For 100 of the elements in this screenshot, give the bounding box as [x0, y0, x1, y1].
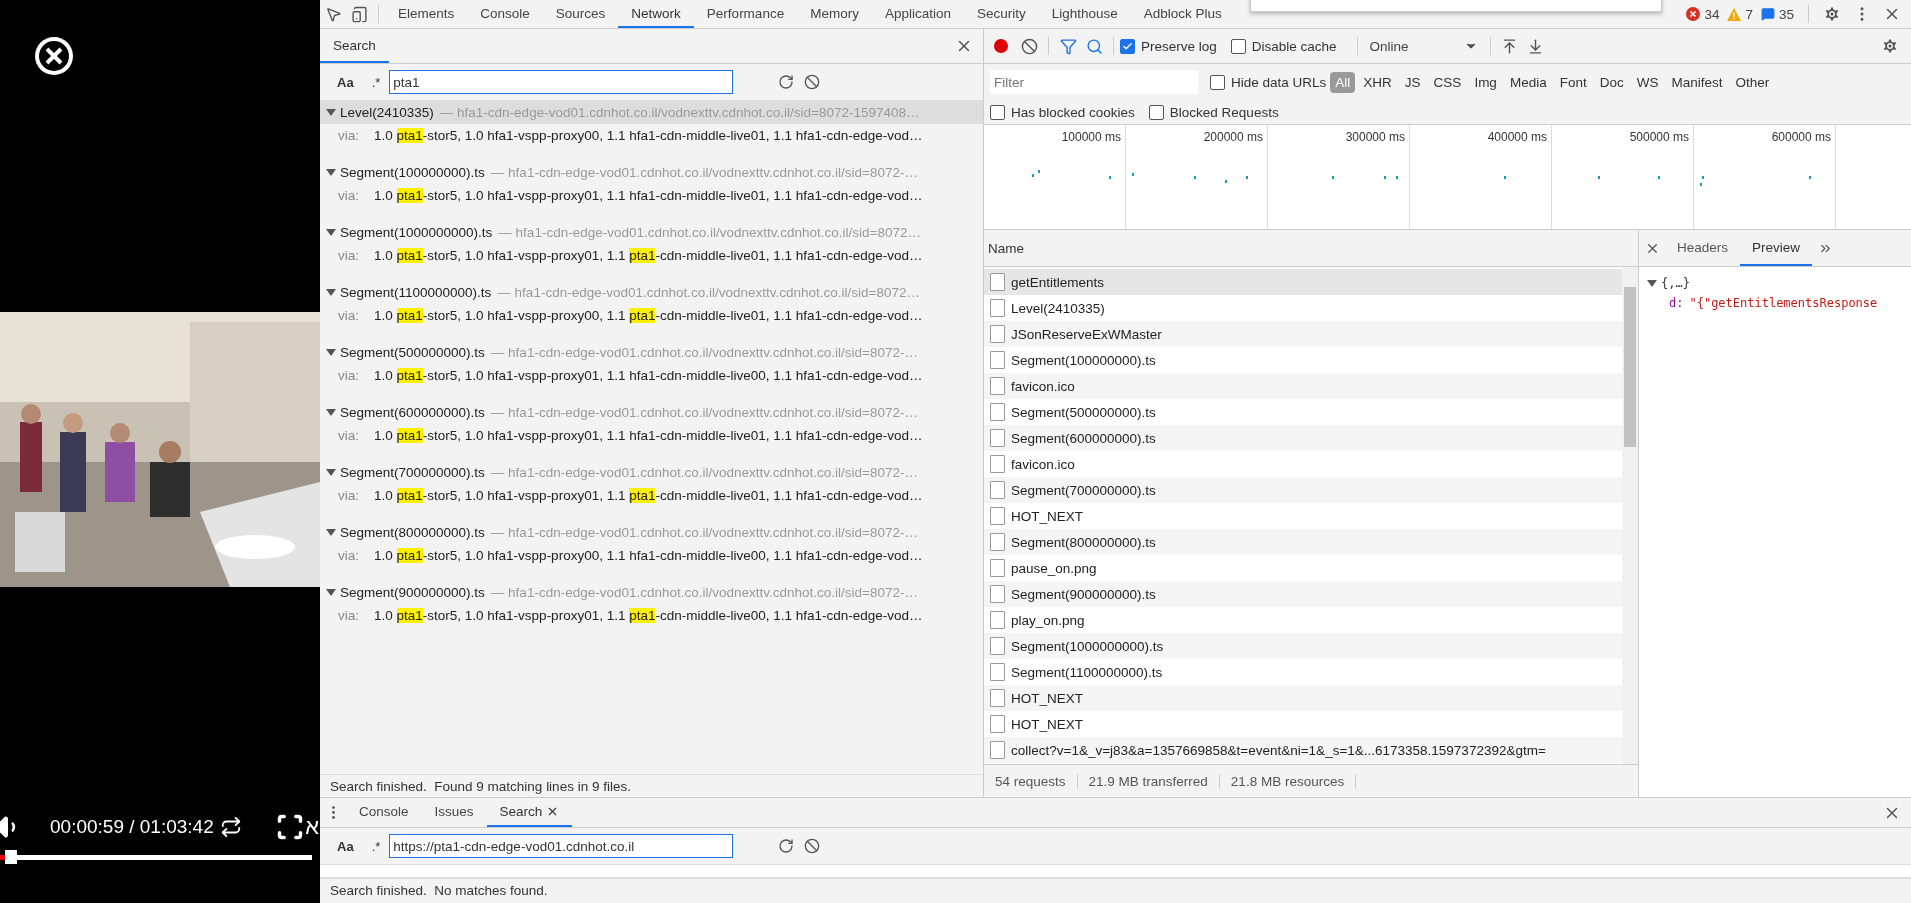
detail-tab[interactable]: Preview	[1740, 230, 1813, 266]
expand-arrow-icon[interactable]	[326, 469, 336, 476]
search-field[interactable]: pta1	[389, 70, 734, 94]
match-line[interactable]: 1.0 pta1-stor5, 1.0 hfa1-vspp-proxy01, 1.1 hfa1-cdn-middle-live01, 1.1 hfa1-cdn-edge-vod…	[374, 188, 923, 203]
panel-tab[interactable]: Lighthouse	[1038, 0, 1131, 28]
expand-arrow-icon[interactable]	[326, 409, 336, 416]
request-row[interactable]: Segment(700000000).ts	[984, 477, 1622, 503]
result-file-name[interactable]: Segment(600000000).ts	[340, 405, 485, 420]
match-line[interactable]: 1.0 pta1-stor5, 1.0 hfa1-vspp-proxy00, 1.1 hfa1-cdn-middle-live01, 1.1 hfa1-cdn-edge-vod…	[374, 128, 923, 143]
checkbox[interactable]	[1230, 38, 1246, 54]
throttling-select[interactable]: Online	[1363, 38, 1484, 54]
request-row[interactable]: Segment(900000000).ts	[984, 581, 1622, 607]
request-row[interactable]: Segment(800000000).ts	[984, 529, 1622, 555]
type-filter[interactable]: XHR	[1358, 71, 1397, 93]
search-tab[interactable]: Search	[320, 29, 389, 63]
expand-arrow-icon[interactable]	[326, 529, 336, 536]
panel-tab[interactable]: Elements	[385, 0, 468, 28]
match-case-toggle[interactable]: Aa	[337, 74, 354, 90]
type-filter[interactable]: Media	[1504, 71, 1552, 93]
panel-tab[interactable]: Application	[871, 0, 964, 28]
type-filter[interactable]: JS	[1399, 71, 1426, 93]
panel-tab[interactable]: Memory	[797, 0, 872, 28]
result-file-name[interactable]: Segment(1100000000).ts	[340, 285, 492, 300]
type-filter[interactable]: Font	[1554, 71, 1592, 93]
checkbox[interactable]	[1210, 74, 1225, 90]
search-field[interactable]: https://pta1-cdn-edge-vod01.cdnhot.co.il	[389, 834, 734, 858]
match-line[interactable]: 1.0 pta1-stor5, 1.0 hfa1-vspp-proxy01, 1.1 pta1-cdn-middle-live00, 1.1 hfa1-cdn-edge-vod…	[374, 608, 923, 623]
panel-tab[interactable]: Console	[467, 0, 543, 28]
result-file-name[interactable]: Segment(100000000).ts	[340, 165, 485, 180]
panel-tab[interactable]: Network	[618, 0, 694, 28]
file-icon	[990, 663, 1005, 681]
match-line[interactable]: 1.0 pta1-stor5, 1.0 hfa1-vspp-proxy01, 1.1 pta1-cdn-middle-live01, 1.1 hfa1-cdn-edge-vod…	[374, 248, 923, 263]
checkbox[interactable]	[990, 104, 1005, 120]
result-file-name[interactable]: Segment(1000000000).ts	[340, 225, 493, 240]
clear-icon[interactable]	[804, 74, 821, 90]
result-file-name[interactable]: Segment(900000000).ts	[340, 585, 485, 600]
settings-icon[interactable]	[1881, 37, 1899, 55]
refresh-icon[interactable]	[778, 838, 795, 854]
result-file-name[interactable]: Level(2410335)	[340, 105, 434, 120]
close-icon[interactable]	[34, 36, 74, 76]
settings-icon[interactable]	[1823, 5, 1841, 23]
clear-icon[interactable]	[1020, 37, 1038, 55]
checkbox[interactable]	[1148, 104, 1164, 120]
panel-tab[interactable]: Sources	[542, 0, 619, 28]
expand-arrow-icon[interactable]	[326, 169, 336, 176]
refresh-icon[interactable]	[778, 74, 795, 90]
timeline-tick: 300000 ms	[1345, 130, 1405, 144]
match-line[interactable]: 1.0 pta1-stor5, 1.0 hfa1-vspp-proxy00, 1.1 pta1-cdn-middle-live01, 1.1 hfa1-cdn-edge-vod…	[374, 308, 923, 323]
type-filter[interactable]: Img	[1469, 71, 1502, 93]
result-file-name[interactable]: Segment(500000000).ts	[340, 345, 485, 360]
result-file-name[interactable]: Segment(700000000).ts	[340, 465, 485, 480]
request-row[interactable]: favicon.ico	[984, 373, 1622, 399]
match-line[interactable]: 1.0 pta1-stor5, 1.0 hfa1-vspp-proxy01, 1.1 hfa1-cdn-middle-live01, 1.1 hfa1-cdn-edge-vod…	[374, 428, 923, 443]
checkbox[interactable]	[1120, 38, 1135, 54]
expand-arrow-icon[interactable]	[326, 349, 336, 356]
fullscreen-icon[interactable]	[276, 813, 304, 841]
progress-thumb[interactable]	[5, 850, 18, 864]
panel-tab[interactable]: Performance	[693, 0, 798, 28]
detail-tab[interactable]: Headers	[1665, 230, 1741, 266]
type-filter[interactable]: Doc	[1594, 71, 1629, 93]
search-icon[interactable]	[1085, 37, 1103, 55]
type-filter[interactable]: Manifest	[1666, 71, 1728, 93]
timeline-tick: 500000 ms	[1629, 130, 1689, 144]
match-line[interactable]: 1.0 pta1-stor5, 1.0 hfa1-vspp-proxy00, 1.1 hfa1-cdn-middle-live00, 1.1 hfa1-cdn-edge-vod…	[374, 548, 923, 563]
drawer-tab[interactable]: Search	[486, 798, 573, 827]
expand-arrow-icon[interactable]	[326, 109, 336, 116]
expand-arrow-icon[interactable]	[326, 289, 336, 296]
summary-text: 21.8 MB resources	[1219, 773, 1357, 789]
device-icon[interactable]	[350, 5, 368, 23]
scrollbar[interactable]	[1622, 267, 1638, 764]
request-row[interactable]: Segment(600000000).ts	[984, 425, 1622, 451]
type-filter[interactable]: CSS	[1428, 71, 1467, 93]
type-filter[interactable]: WS	[1631, 71, 1664, 93]
request-row[interactable]: HOT_NEXT	[984, 685, 1622, 711]
match-case-toggle[interactable]: Aa	[337, 838, 354, 854]
result-file-name[interactable]: Segment(800000000).ts	[340, 525, 485, 540]
regex-toggle[interactable]: .*	[371, 74, 381, 90]
expand-arrow-icon[interactable]	[326, 589, 336, 596]
clear-icon[interactable]	[804, 838, 821, 854]
request-row[interactable]: Segment(1000000000).ts	[984, 633, 1622, 659]
filter-field[interactable]: Filter	[990, 70, 1198, 94]
request-row[interactable]: collect?v=1&_v=j83&a=1357669858&t=event&ni=1&_s=1&...6173358.1597372392&gtm=	[984, 737, 1622, 763]
result-url: — hfa1-cdn-edge-vod01.cdnhot.co.il/vodnexttv.cdnhot.co.il/sid=8072…	[498, 225, 921, 240]
expand-arrow-icon[interactable]	[1647, 279, 1657, 287]
inspect-icon[interactable]	[324, 5, 342, 23]
panel-tab[interactable]: Adblock Plus	[1130, 0, 1235, 28]
request-row[interactable]: JSonReserveExWMaster	[984, 321, 1622, 347]
drawer-tab[interactable]: Issues	[421, 798, 487, 827]
filter-icon[interactable]	[1059, 37, 1077, 55]
panel-tab[interactable]: Security	[963, 0, 1039, 28]
expand-arrow-icon[interactable]	[326, 229, 336, 236]
column-header[interactable]: Name	[988, 240, 1024, 256]
match-line[interactable]: 1.0 pta1-stor5, 1.0 hfa1-vspp-proxy01, 1.1 pta1-cdn-middle-live01, 1.1 hfa1-cdn-edge-vod…	[374, 488, 923, 503]
match-line[interactable]: 1.0 pta1-stor5, 1.0 hfa1-vspp-proxy01, 1.1 hfa1-cdn-middle-live00, 1.1 hfa1-cdn-edge-vod…	[374, 368, 923, 383]
type-filter[interactable]: Other	[1730, 71, 1775, 93]
record-button[interactable]	[994, 39, 1008, 53]
request-row[interactable]: getEntitlements	[984, 269, 1622, 295]
drawer-tab[interactable]: Console	[346, 798, 422, 827]
replay-icon[interactable]	[219, 816, 242, 838]
regex-toggle[interactable]: .*	[371, 838, 381, 854]
